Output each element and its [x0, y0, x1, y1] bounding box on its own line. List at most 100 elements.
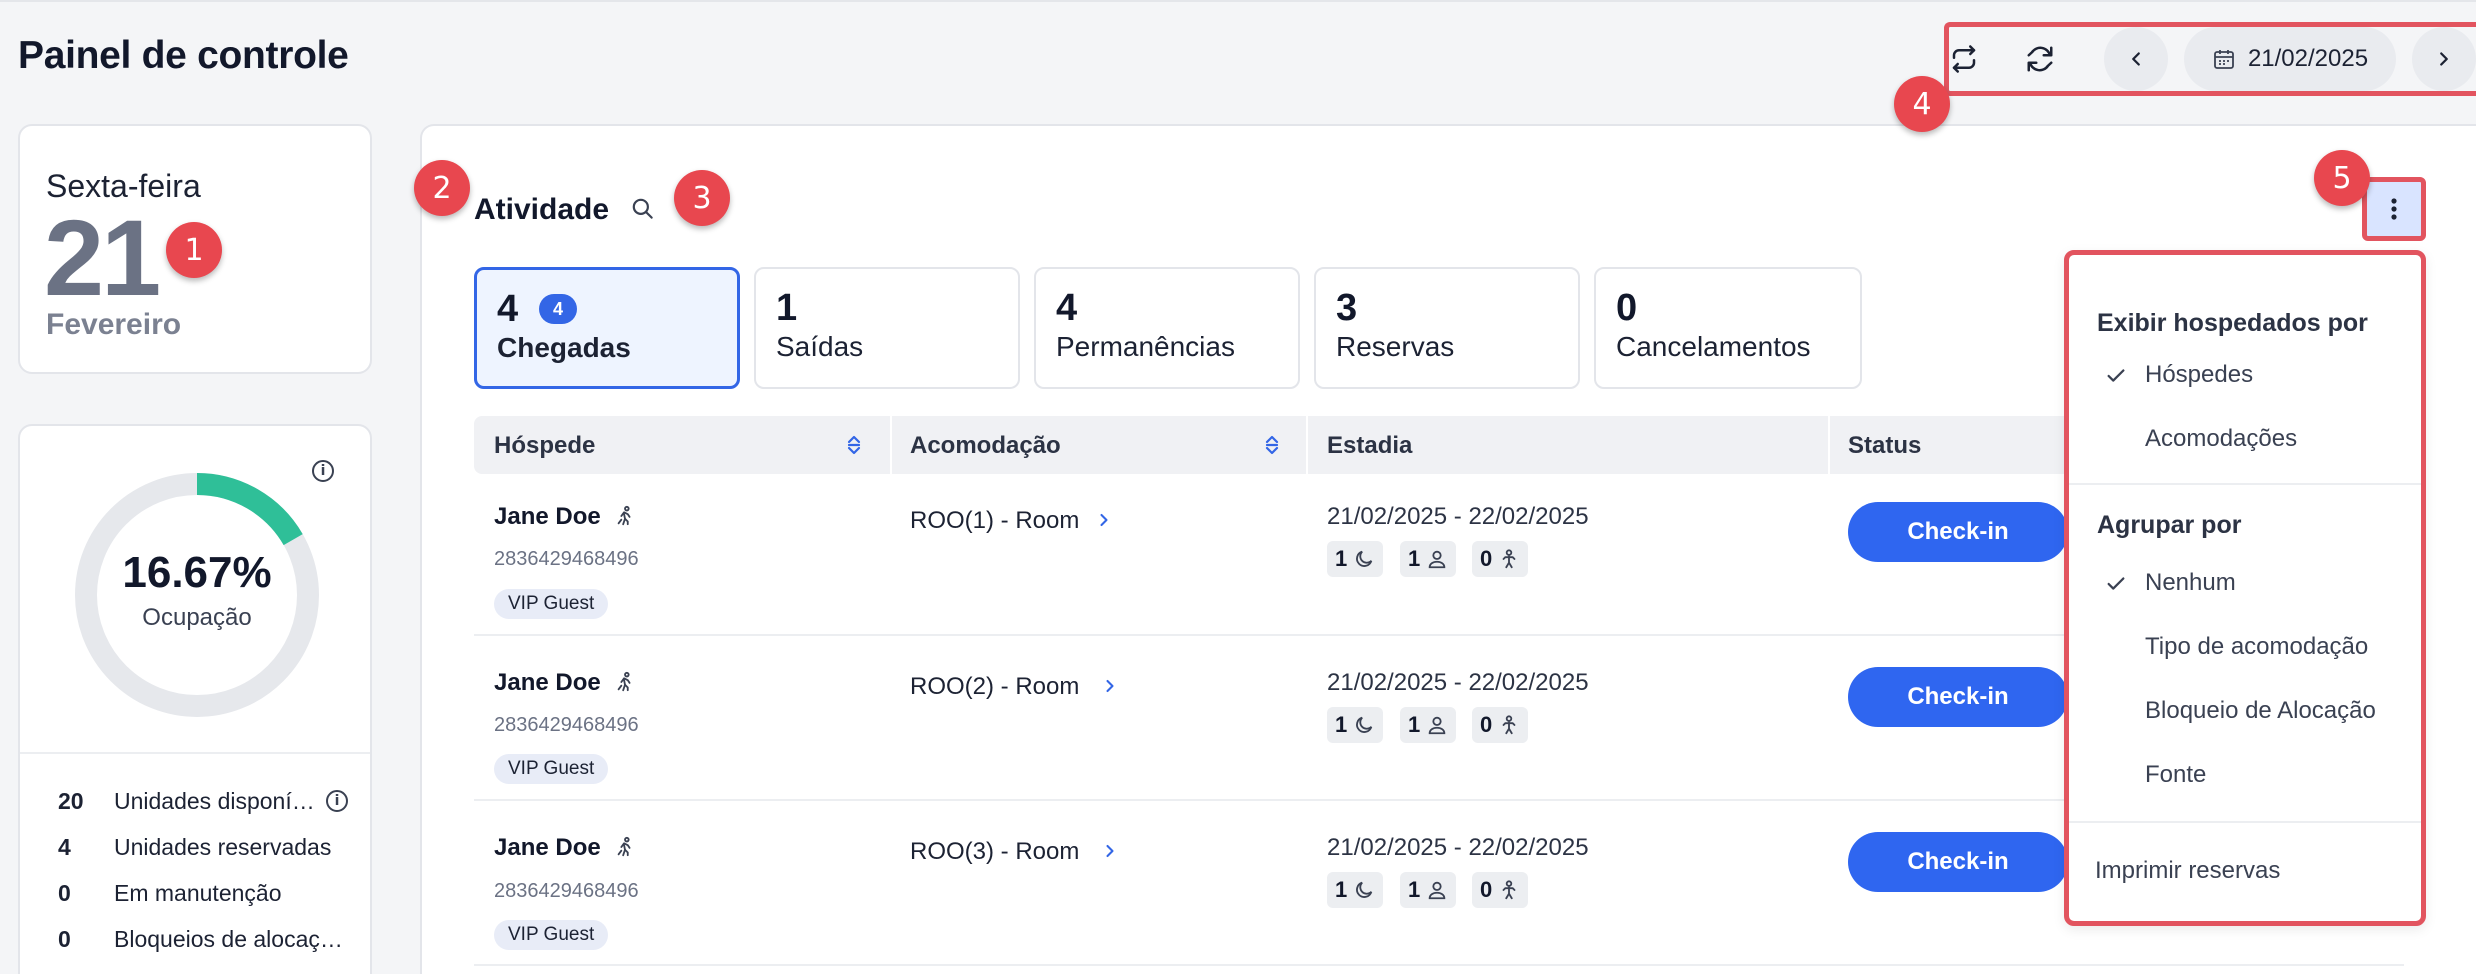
moon-icon — [1356, 716, 1373, 733]
children-chip: 0 — [1472, 707, 1529, 743]
more-vertical-icon — [2391, 198, 2397, 220]
room-link[interactable]: ROO(3) - Room — [910, 838, 1079, 866]
column-header-stay: Estadia — [1327, 432, 1413, 459]
stat-number: 0 — [58, 926, 71, 952]
occupancy-label: Ocupação — [142, 604, 252, 631]
walk-in-icon — [617, 671, 631, 692]
menu-item-guests[interactable]: Hóspedes — [2145, 361, 2253, 389]
children-count: 0 — [1480, 877, 1493, 902]
column-header-guest[interactable]: Hóspede — [494, 432, 595, 460]
stat-label: Em manutenção — [114, 880, 282, 906]
column-divider — [1828, 416, 1830, 474]
info-icon[interactable]: i — [312, 460, 334, 482]
more-options-button[interactable] — [2362, 177, 2426, 241]
check-icon — [2107, 577, 2125, 590]
check-in-button[interactable]: Check-in — [1848, 832, 2068, 892]
stat-number: 0 — [58, 880, 71, 906]
chevron-right-icon[interactable] — [1094, 508, 1114, 532]
search-icon[interactable] — [630, 196, 656, 222]
guest-tag: VIP Guest — [494, 589, 609, 619]
adults-chip: 1 — [1400, 541, 1457, 577]
adults-count: 1 — [1408, 712, 1421, 737]
menu-heading-group: Agrupar por — [2097, 511, 2242, 539]
nights-count: 1 — [1335, 712, 1348, 737]
annotation-badge: 1 — [166, 222, 222, 278]
occupancy-card: 16.67% Ocupação i 20 Unidades disponí… i… — [18, 424, 372, 974]
guest-name[interactable]: Jane Doe — [494, 834, 601, 862]
annotation-badge: 2 — [414, 160, 470, 216]
tab-reservations[interactable]: 3 Reservas — [1314, 267, 1580, 389]
chevron-right-icon[interactable] — [1100, 674, 1120, 698]
nights-chip: 1 — [1327, 707, 1384, 743]
menu-item-none[interactable]: Nenhum — [2145, 569, 2236, 597]
tab-label: Cancelamentos — [1616, 331, 1811, 362]
menu-item-allocation-block[interactable]: Bloqueio de Alocação — [2145, 697, 2376, 725]
tab-label: Saídas — [776, 331, 864, 362]
guest-name[interactable]: Jane Doe — [494, 503, 601, 531]
column-divider — [890, 416, 892, 474]
tab-cancellations[interactable]: 0 Cancelamentos — [1594, 267, 1862, 389]
stat-number: 4 — [58, 834, 71, 860]
stat-label: Bloqueios de alocaç… — [114, 926, 343, 952]
stat-number: 20 — [58, 788, 84, 814]
menu-item-accommodations[interactable]: Acomodações — [2145, 425, 2297, 453]
check-icon — [2107, 369, 2125, 382]
moon-icon — [1356, 881, 1373, 898]
tab-label: Chegadas — [497, 332, 631, 363]
moon-icon — [1356, 550, 1373, 567]
row-divider — [474, 964, 2404, 966]
walk-in-icon — [617, 836, 631, 857]
column-divider — [1306, 416, 1308, 474]
menu-item-source[interactable]: Fonte — [2145, 761, 2206, 789]
room-link[interactable]: ROO(2) - Room — [910, 673, 1079, 701]
table-header: Hóspede Acomodação Estadia Status — [474, 416, 2064, 474]
check-in-button[interactable]: Check-in — [1848, 667, 2068, 727]
page-title: Painel de controle — [18, 34, 349, 77]
child-icon — [1502, 880, 1516, 900]
sort-icon[interactable] — [844, 433, 864, 457]
menu-divider — [2069, 821, 2421, 823]
stay-dates: 21/02/2025 - 22/02/2025 — [1327, 669, 1589, 696]
adults-count: 1 — [1408, 877, 1421, 902]
walk-in-icon — [617, 505, 631, 526]
divider — [20, 752, 370, 754]
menu-item-print-reservations[interactable]: Imprimir reservas — [2095, 857, 2280, 885]
chevron-right-icon[interactable] — [1100, 839, 1120, 863]
tab-badge: 4 — [539, 294, 577, 324]
options-menu: Exibir hospedados por Hóspedes Acomodaçõ… — [2064, 250, 2426, 926]
available-info-icon[interactable]: i — [326, 790, 348, 812]
nights-count: 1 — [1335, 546, 1348, 571]
adults-chip: 1 — [1400, 872, 1457, 908]
guest-id: 2836429468496 — [494, 880, 639, 902]
column-header-accommodation[interactable]: Acomodação — [910, 432, 1061, 460]
sort-icon[interactable] — [1262, 433, 1282, 457]
children-chip: 0 — [1472, 541, 1529, 577]
check-in-button[interactable]: Check-in — [1848, 502, 2068, 562]
stay-dates: 21/02/2025 - 22/02/2025 — [1327, 834, 1589, 861]
tab-count: 4 — [497, 288, 519, 330]
menu-item-accommodation-type[interactable]: Tipo de acomodação — [2145, 633, 2368, 661]
guest-id: 2836429468496 — [494, 714, 639, 736]
child-icon — [1502, 715, 1516, 735]
toolbar-highlight — [1944, 22, 2476, 96]
person-icon — [1428, 881, 1446, 900]
tab-label: Permanências — [1056, 331, 1235, 362]
stat-label: Unidades reservadas — [114, 834, 332, 860]
child-icon — [1502, 549, 1516, 569]
tab-count: 1 — [776, 287, 798, 329]
tab-departures[interactable]: 1 Saídas — [754, 267, 1020, 389]
tab-arrivals[interactable]: 4 4 Chegadas — [474, 267, 740, 389]
room-link[interactable]: ROO(1) - Room — [910, 507, 1079, 535]
children-count: 0 — [1480, 546, 1493, 571]
stat-row: 0 Bloqueios de alocaç… — [58, 926, 354, 953]
tab-count: 4 — [1056, 287, 1078, 329]
adults-chip: 1 — [1400, 707, 1457, 743]
menu-heading-display: Exibir hospedados por — [2097, 309, 2368, 337]
guest-name[interactable]: Jane Doe — [494, 669, 601, 697]
nights-chip: 1 — [1327, 872, 1384, 908]
month-name: Fevereiro — [46, 308, 182, 341]
day-number: 21 — [44, 197, 161, 318]
occupancy-percent: 16.67% — [122, 548, 272, 597]
activity-title: Atividade — [474, 193, 610, 226]
tab-stays[interactable]: 4 Permanências — [1034, 267, 1300, 389]
